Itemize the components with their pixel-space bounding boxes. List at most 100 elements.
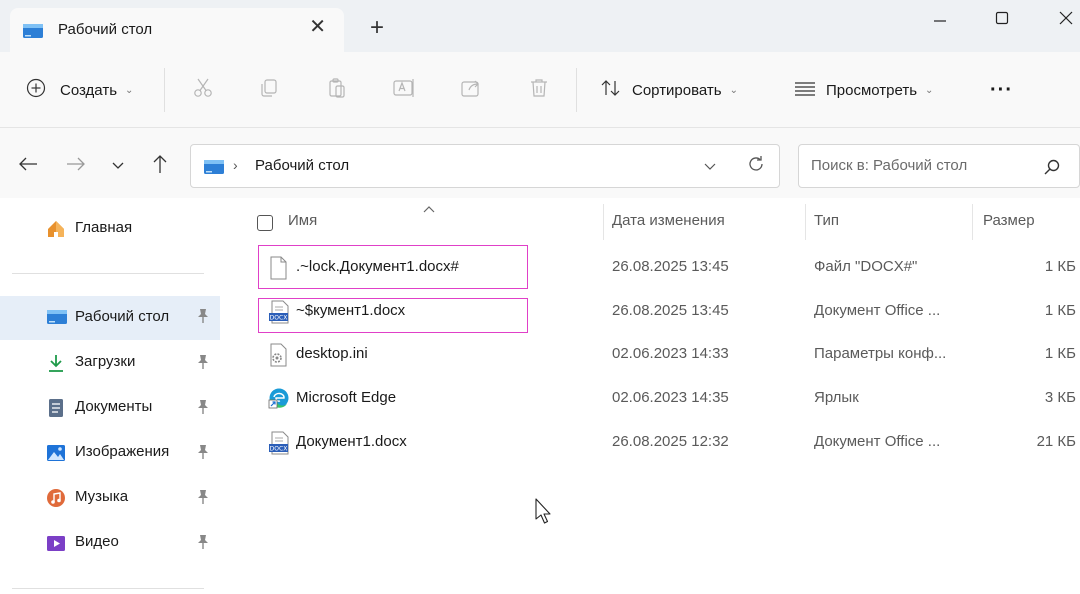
file-date: 02.06.2023 14:33	[612, 345, 729, 362]
file-type: Параметры конф...	[814, 345, 947, 362]
file-date: 02.06.2023 14:35	[612, 389, 729, 406]
rename-button[interactable]	[392, 76, 416, 104]
file-type: Документ Office ...	[814, 302, 941, 319]
pin-icon[interactable]	[196, 399, 210, 419]
pin-icon[interactable]	[196, 534, 210, 554]
search-placeholder: Поиск в: Рабочий стол	[811, 157, 968, 174]
pin-icon[interactable]	[196, 354, 210, 374]
table-row[interactable]: Microsoft Edge 02.06.2023 14:35 Ярлык 3 …	[220, 377, 1080, 421]
table-row[interactable]: desktop.ini 02.06.2023 14:33 Параметры к…	[220, 333, 1080, 377]
desktop-folder-icon	[203, 158, 225, 180]
sidebar-item-videos[interactable]: Видео	[0, 522, 220, 564]
column-header-name[interactable]: Имя	[288, 212, 317, 229]
tab-close-button[interactable]: ✕	[309, 17, 326, 37]
sidebar-item-label: Загрузки	[75, 353, 136, 370]
recent-locations-button[interactable]	[108, 154, 128, 178]
more-options-button[interactable]: ···	[990, 76, 1013, 104]
share-icon	[460, 77, 482, 103]
maximize-button[interactable]	[982, 4, 1022, 32]
file-size: 1 КБ	[1044, 258, 1076, 275]
file-name: desktop.ini	[296, 345, 368, 362]
sidebar-item-label: Рабочий стол	[75, 308, 170, 325]
navigation-pane: Главная Рабочий стол Загрузки Документы	[0, 198, 220, 594]
toolbar-divider	[164, 68, 165, 112]
svg-text:DOCX: DOCX	[270, 446, 288, 453]
arrow-right-icon	[66, 156, 86, 176]
file-type: Файл "DOCX#"	[814, 258, 918, 275]
tab-title: Рабочий стол	[58, 21, 153, 38]
sort-button[interactable]: Сортировать ⌄	[600, 76, 738, 104]
delete-button[interactable]	[528, 76, 550, 104]
view-button[interactable]: Просмотреть ⌄	[794, 76, 933, 104]
file-date: 26.08.2025 13:45	[612, 302, 729, 319]
forward-button[interactable]	[64, 154, 88, 178]
sidebar-item-desktop[interactable]: Рабочий стол	[0, 296, 220, 340]
sort-label: Сортировать	[632, 81, 722, 99]
column-divider[interactable]	[972, 204, 973, 240]
copy-icon	[258, 77, 280, 103]
clipboard-icon	[326, 77, 348, 103]
tab-desktop[interactable]: Рабочий стол ✕	[10, 8, 344, 52]
new-tab-button[interactable]: +	[370, 16, 384, 40]
search-box[interactable]: Поиск в: Рабочий стол	[798, 144, 1080, 188]
search-icon[interactable]	[1043, 158, 1061, 180]
column-divider[interactable]	[805, 204, 806, 240]
sidebar-item-label: Документы	[75, 398, 153, 415]
sort-ascending-icon	[423, 200, 435, 217]
column-header-date[interactable]: Дата изменения	[612, 212, 725, 229]
trash-icon	[528, 77, 550, 103]
file-size: 21 КБ	[1036, 433, 1076, 450]
minimize-button[interactable]	[920, 4, 960, 32]
sort-arrows-icon	[600, 78, 622, 102]
sidebar-item-downloads[interactable]: Загрузки	[0, 342, 220, 384]
plus-circle-icon	[26, 78, 46, 102]
sidebar-item-home[interactable]: Главная	[0, 208, 220, 250]
downloads-icon	[46, 353, 66, 373]
pin-icon[interactable]	[196, 489, 210, 509]
sidebar-divider	[12, 273, 204, 274]
breadcrumb-separator: ›	[233, 157, 238, 173]
file-name: Microsoft Edge	[296, 389, 397, 406]
sidebar-item-documents[interactable]: Документы	[0, 387, 220, 429]
refresh-icon[interactable]	[747, 155, 765, 178]
copy-button[interactable]	[258, 76, 280, 104]
sidebar-item-label: Главная	[75, 219, 133, 236]
sidebar-item-music[interactable]: Музыка	[0, 477, 220, 519]
music-icon	[46, 488, 66, 508]
file-date: 26.08.2025 13:45	[612, 258, 729, 275]
desktop-folder-icon	[46, 308, 67, 328]
chevron-down-icon: ⌄	[125, 84, 134, 96]
pin-icon[interactable]	[196, 444, 210, 464]
pin-icon[interactable]	[196, 308, 210, 328]
address-row: › Рабочий стол Поиск в: Рабочий стол	[0, 128, 1080, 198]
arrow-up-icon	[152, 154, 168, 178]
paste-button[interactable]	[326, 76, 348, 104]
title-bar: Рабочий стол ✕ +	[0, 0, 1080, 52]
highlight-box	[258, 245, 528, 289]
column-header-type[interactable]: Тип	[814, 212, 839, 229]
sidebar-item-pictures[interactable]: Изображения	[0, 432, 220, 474]
up-button[interactable]	[148, 154, 172, 178]
toolbar-divider	[576, 68, 577, 112]
create-button[interactable]: Создать ⌄	[26, 76, 133, 104]
back-button[interactable]	[16, 154, 40, 178]
column-divider[interactable]	[603, 204, 604, 240]
file-size: 1 КБ	[1044, 345, 1076, 362]
sidebar-item-label: Изображения	[75, 443, 170, 460]
chevron-down-icon: ⌄	[925, 84, 934, 96]
column-header-size[interactable]: Размер	[983, 212, 1035, 229]
breadcrumb-desktop[interactable]: Рабочий стол	[255, 157, 349, 174]
address-bar[interactable]: › Рабочий стол	[190, 144, 780, 188]
videos-icon	[46, 533, 66, 553]
file-size: 1 КБ	[1044, 302, 1076, 319]
address-history-chevron-icon[interactable]	[703, 159, 717, 176]
select-all-checkbox[interactable]	[257, 215, 273, 231]
more-icon: ···	[990, 78, 1013, 101]
share-button[interactable]	[460, 76, 482, 104]
scissors-icon	[192, 77, 214, 103]
close-window-button[interactable]	[1046, 4, 1080, 32]
rename-icon	[392, 77, 416, 103]
command-bar: Создать ⌄ Сортировать ⌄ Просмотреть ⌄ ··…	[0, 52, 1080, 128]
cut-button[interactable]	[192, 76, 214, 104]
table-row[interactable]: DOCX Документ1.docx 26.08.2025 12:32 Док…	[220, 421, 1080, 465]
